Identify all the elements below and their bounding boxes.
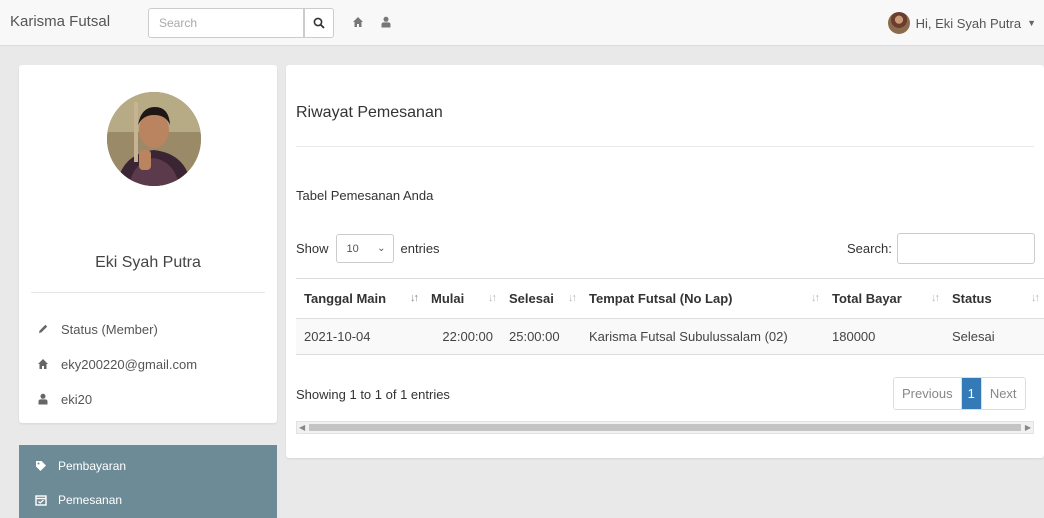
user-greeting: Hi, Eki Syah Putra [915, 15, 1022, 31]
profile-status: Status (Member) [61, 321, 158, 337]
title-divider [296, 146, 1034, 147]
tag-icon [36, 461, 46, 471]
profile-name: Eki Syah Putra [95, 254, 201, 271]
sidebar-item-pemesanan[interactable]: Pemesanan [19, 486, 277, 514]
avatar [887, 12, 910, 34]
pencil-icon [37, 323, 49, 335]
entries-value: 10 [346, 242, 359, 255]
entries-label: entries [400, 241, 440, 256]
profile-username: eki20 [61, 391, 93, 407]
column-header-selesai[interactable]: Selesai ↓↑ [501, 278, 581, 319]
cell-tanggal-main: 2021-10-04 [296, 318, 423, 355]
table-row: 2021-10-04 22:00:00 25:00:00 Karisma Fut… [296, 318, 1044, 355]
sort-icon: ↓↑ [931, 292, 940, 304]
sidebar-item-label: Pemesanan [58, 493, 123, 507]
table-subtitle: Tabel Pemesanan Anda [296, 188, 434, 203]
sidebar-menu: Pembayaran Pemesanan [19, 445, 277, 518]
profile-card: Eki Syah Putra Status (Member) eky200220… [19, 65, 277, 423]
cell-selesai: 25:00:00 [501, 318, 581, 355]
scroll-left-icon[interactable]: ◀ [299, 422, 305, 433]
home-icon [37, 358, 49, 370]
next-page-button[interactable]: Next [981, 378, 1025, 409]
email-row: eky200220@gmail.com [37, 355, 197, 373]
booking-table: Tanggal Main ↓↑ Mulai ↓↑ Selesai ↓↑ Tempat … [296, 278, 1044, 355]
previous-page-button[interactable]: Previous [894, 378, 962, 409]
column-header-mulai[interactable]: Mulai ↓↑ [423, 278, 501, 319]
cell-tempat-futsal: Karisma Futsal Subulussalam (02) [581, 318, 824, 355]
sidebar-item-pembayaran[interactable]: Pembayaran [19, 452, 277, 480]
page-1-button[interactable]: 1 [961, 378, 982, 409]
search-icon [313, 17, 325, 29]
cell-total-bayar: 180000 [824, 318, 944, 355]
profile-photo [107, 92, 201, 186]
status-row: Status (Member) [37, 320, 158, 338]
user-icon [381, 16, 391, 28]
search-input[interactable] [148, 8, 304, 38]
profile-email: eky200220@gmail.com [61, 356, 198, 372]
home-nav-button[interactable] [350, 14, 366, 30]
user-icon [37, 393, 49, 405]
chevron-down-icon: ⌄ [377, 243, 386, 254]
cell-mulai: 22:00:00 [423, 318, 501, 355]
scroll-right-icon[interactable]: ▶ [1025, 422, 1031, 433]
sidebar-item-label: Pembayaran [58, 459, 127, 473]
sort-icon: ↓↑ [1031, 292, 1040, 304]
page-title: Riwayat Pemesanan [296, 104, 443, 121]
search-button[interactable] [304, 8, 334, 38]
user-menu[interactable]: Hi, Eki Syah Putra ▼ [887, 9, 1036, 37]
column-header-tempat-futsal[interactable]: Tempat Futsal (No Lap) ↓↑ [581, 278, 824, 319]
user-nav-button[interactable] [378, 14, 394, 30]
scrollbar-thumb[interactable] [309, 424, 1021, 431]
sort-icon: ↓↑ [811, 292, 820, 304]
table-search-input[interactable] [897, 233, 1035, 264]
horizontal-scrollbar[interactable]: ◀ ▶ [296, 421, 1034, 434]
sort-icon: ↓↑ [568, 292, 577, 304]
cell-status: Selesai [944, 318, 1044, 355]
home-icon [353, 17, 363, 27]
calendar-check-icon [35, 495, 47, 506]
pagination: Previous 1 Next [893, 377, 1026, 410]
show-label: Show [296, 241, 329, 256]
show-entries-control: Show 10 ⌄ entries [296, 234, 440, 263]
sort-icon: ↓↑ [488, 292, 497, 304]
username-row: eki20 [37, 390, 92, 408]
table-header-row: Tanggal Main ↓↑ Mulai ↓↑ Selesai ↓↑ Tempat … [296, 278, 1044, 319]
table-info: Showing 1 to 1 of 1 entries [296, 387, 450, 402]
profile-divider [31, 292, 265, 293]
table-search-label: Search: [847, 241, 892, 256]
sort-asc-icon: ↓↑ [410, 292, 419, 304]
entries-select[interactable]: 10 ⌄ [335, 234, 394, 263]
brand-title[interactable]: Karisma Futsal [10, 13, 110, 30]
chevron-down-icon: ▼ [1027, 18, 1036, 28]
column-header-status[interactable]: Status ↓↑ [944, 278, 1044, 319]
column-header-total-bayar[interactable]: Total Bayar ↓↑ [824, 278, 944, 319]
booking-history-card: Riwayat Pemesanan Tabel Pemesanan Anda S… [286, 65, 1044, 458]
column-header-tanggal-main[interactable]: Tanggal Main ↓↑ [296, 278, 423, 319]
top-navbar: Karisma Futsal Hi, Eki Syah Putra ▼ [0, 0, 1044, 46]
